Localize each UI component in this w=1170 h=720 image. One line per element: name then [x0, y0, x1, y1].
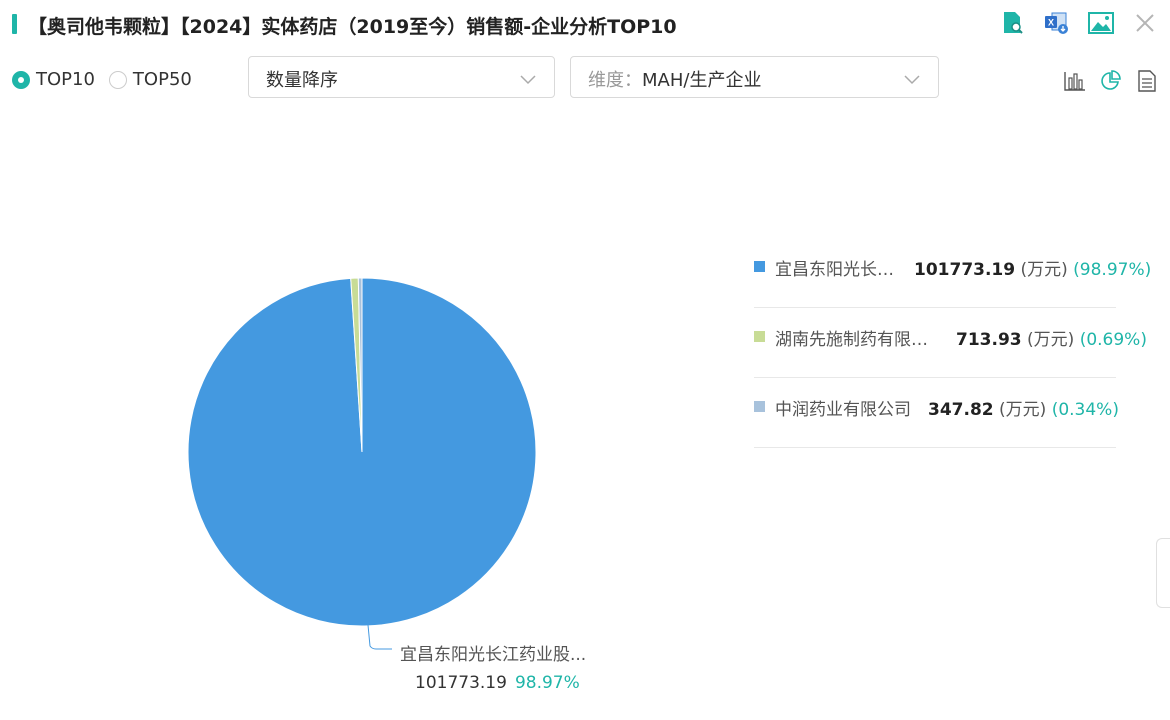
chevron-down-icon	[520, 70, 536, 89]
pie-callout-value: 101773.19 98.97%	[415, 673, 580, 693]
pie-chart-icon[interactable]	[1100, 70, 1122, 92]
legend-swatch	[754, 261, 765, 272]
svg-text:X: X	[1048, 18, 1054, 28]
document-list-icon[interactable]	[1136, 70, 1158, 92]
legend-swatch	[754, 401, 765, 412]
sort-select-value: 数量降序	[266, 70, 338, 91]
legend-name: 宜昌东阳光长…	[775, 260, 894, 280]
dimension-select[interactable]: 维度：MAH/生产企业	[570, 56, 939, 98]
legend-number: 713.93	[956, 330, 1022, 350]
doc-search-icon[interactable]	[1000, 10, 1026, 36]
legend-item[interactable]: 中润药业有限公司 347.82 (万元) (0.34%)	[754, 378, 1119, 448]
excel-export-icon[interactable]: X	[1044, 10, 1070, 36]
radio-label: TOP50	[132, 69, 192, 90]
toolbar: TOP10 TOP50 数量降序 维度：MAH/生产企业	[0, 56, 1170, 106]
radio-label: TOP10	[36, 69, 95, 90]
chart-area: 宜昌东阳光长江药业股... 101773.19 98.97% 宜昌东阳光长… 10…	[0, 110, 1170, 720]
legend-unit: (万元)	[1020, 260, 1068, 280]
radio-unchecked-icon	[108, 70, 127, 89]
legend-unit: (万元)	[1027, 330, 1075, 350]
legend-number: 347.82	[928, 400, 994, 420]
legend-number: 101773.19	[914, 260, 1016, 280]
sort-select[interactable]: 数量降序	[248, 56, 555, 98]
chart-legend: 宜昌东阳光长… 101773.19 (万元) (98.97%) 湖南先施制药有限…	[754, 238, 1151, 448]
legend-unit: (万元)	[999, 400, 1047, 420]
legend-name: 湖南先施制药有限…	[775, 330, 928, 350]
image-export-icon[interactable]	[1088, 10, 1114, 36]
title-accent-bar	[12, 14, 17, 34]
legend-value: 101773.19 (万元) (98.97%)	[914, 255, 1151, 280]
header-actions: X	[1000, 10, 1158, 36]
title-bar: 【奥司他韦颗粒】【2024】实体药店（2019至今）销售额-企业分析TOP10 …	[0, 0, 1170, 52]
view-switcher	[1064, 70, 1158, 92]
bar-chart-icon[interactable]	[1064, 70, 1086, 92]
dimension-select-value: 维度：MAH/生产企业	[588, 66, 761, 92]
radio-top10[interactable]: TOP10	[12, 69, 95, 90]
pie-callout-leader-line	[367, 624, 392, 650]
legend-swatch	[754, 331, 765, 342]
page-title: 【奥司他韦颗粒】【2024】实体药店（2019至今）销售额-企业分析TOP10	[28, 16, 677, 38]
radio-top50[interactable]: TOP50	[108, 69, 192, 90]
legend-value: 713.93 (万元) (0.69%)	[956, 325, 1147, 350]
legend-item[interactable]: 湖南先施制药有限… 713.93 (万元) (0.69%)	[754, 308, 1147, 378]
chevron-down-icon	[904, 70, 920, 89]
legend-percent: (0.34%)	[1051, 400, 1119, 420]
side-panel-handle[interactable]	[1156, 538, 1170, 608]
legend-name: 中润药业有限公司	[775, 400, 911, 420]
legend-value: 347.82 (万元) (0.34%)	[928, 395, 1119, 420]
app-root: 【奥司他韦颗粒】【2024】实体药店（2019至今）销售额-企业分析TOP10 …	[0, 0, 1170, 720]
dimension-prefix: 维度：	[588, 70, 642, 91]
pie-callout-label: 宜昌东阳光长江药业股...	[400, 645, 587, 665]
pie-callout-number: 101773.19	[415, 673, 507, 693]
legend-item[interactable]: 宜昌东阳光长… 101773.19 (万元) (98.97%)	[754, 238, 1151, 308]
legend-percent: (98.97%)	[1073, 260, 1152, 280]
pie-callout-percent: 98.97%	[514, 673, 580, 693]
legend-percent: (0.69%)	[1079, 330, 1147, 350]
top-n-radio-group: TOP10 TOP50	[12, 69, 192, 90]
radio-checked-icon	[12, 70, 30, 89]
dimension-value: MAH/生产企业	[642, 70, 762, 91]
close-icon[interactable]	[1132, 10, 1158, 36]
